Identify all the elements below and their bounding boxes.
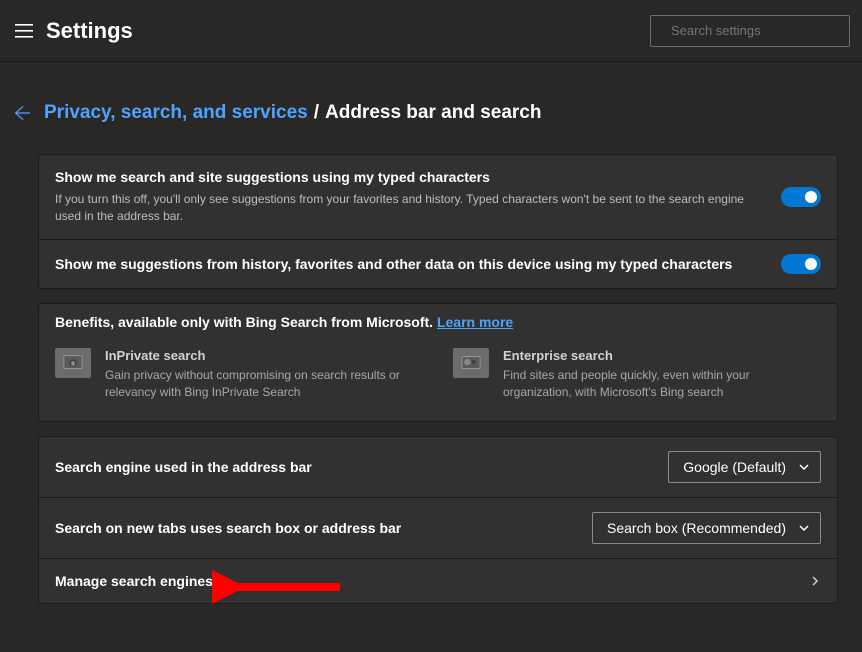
setting-row-typed-suggestions: Show me search and site suggestions usin…	[39, 155, 837, 239]
setting-row-new-tabs: Search on new tabs uses search box or ad…	[39, 497, 837, 558]
toggle-history-suggestions[interactable]	[781, 254, 821, 274]
feature-description: Find sites and people quickly, even with…	[503, 367, 821, 402]
search-engine-group: Search engine used in the address bar Go…	[38, 436, 838, 604]
setting-row-search-engine: Search engine used in the address bar Go…	[39, 437, 837, 497]
search-engine-select[interactable]: Google (Default)	[668, 451, 821, 483]
breadcrumb-parent-link[interactable]: Privacy, search, and services	[44, 102, 308, 124]
setting-description: If you turn this off, you'll only see su…	[55, 191, 765, 225]
chevron-down-icon	[798, 522, 810, 534]
search-input[interactable]	[671, 23, 847, 38]
setting-label: Manage search engines	[55, 573, 793, 589]
benefits-title: Benefits, available only with Bing Searc…	[55, 314, 821, 348]
setting-label: Search on new tabs uses search box or ad…	[55, 520, 576, 536]
chevron-right-icon	[809, 575, 821, 587]
setting-row-history-suggestions: Show me suggestions from history, favori…	[39, 239, 837, 288]
learn-more-link[interactable]: Learn more	[437, 314, 513, 330]
breadcrumb: Privacy, search, and services / Address …	[12, 102, 838, 124]
breadcrumb-separator: /	[308, 102, 325, 124]
new-tabs-select[interactable]: Search box (Recommended)	[592, 512, 821, 544]
header: Settings	[0, 0, 862, 62]
feature-label: InPrivate search	[105, 348, 423, 363]
suggestions-group: Show me search and site suggestions usin…	[38, 154, 838, 289]
back-arrow-icon[interactable]	[12, 104, 30, 122]
feature-enterprise: Enterprise search Find sites and people …	[453, 348, 821, 402]
setting-label: Search engine used in the address bar	[55, 459, 652, 475]
page-title: Settings	[46, 18, 650, 44]
inprivate-icon	[55, 348, 91, 378]
toggle-typed-suggestions[interactable]	[781, 187, 821, 207]
select-value: Search box (Recommended)	[607, 520, 786, 536]
feature-label: Enterprise search	[503, 348, 821, 363]
select-value: Google (Default)	[683, 459, 786, 475]
setting-label: Show me search and site suggestions usin…	[55, 169, 765, 185]
chevron-down-icon	[798, 461, 810, 473]
enterprise-icon	[453, 348, 489, 378]
benefits-title-text: Benefits, available only with Bing Searc…	[55, 314, 437, 330]
content: Privacy, search, and services / Address …	[0, 62, 862, 634]
search-settings-box[interactable]	[650, 15, 850, 47]
benefits-card: Benefits, available only with Bing Searc…	[38, 303, 838, 423]
breadcrumb-current: Address bar and search	[325, 102, 541, 124]
feature-inprivate: InPrivate search Gain privacy without co…	[55, 348, 423, 402]
menu-button[interactable]	[12, 19, 36, 43]
setting-label: Show me suggestions from history, favori…	[55, 256, 765, 272]
feature-description: Gain privacy without compromising on sea…	[105, 367, 423, 402]
setting-row-manage-search-engines[interactable]: Manage search engines	[39, 558, 837, 603]
